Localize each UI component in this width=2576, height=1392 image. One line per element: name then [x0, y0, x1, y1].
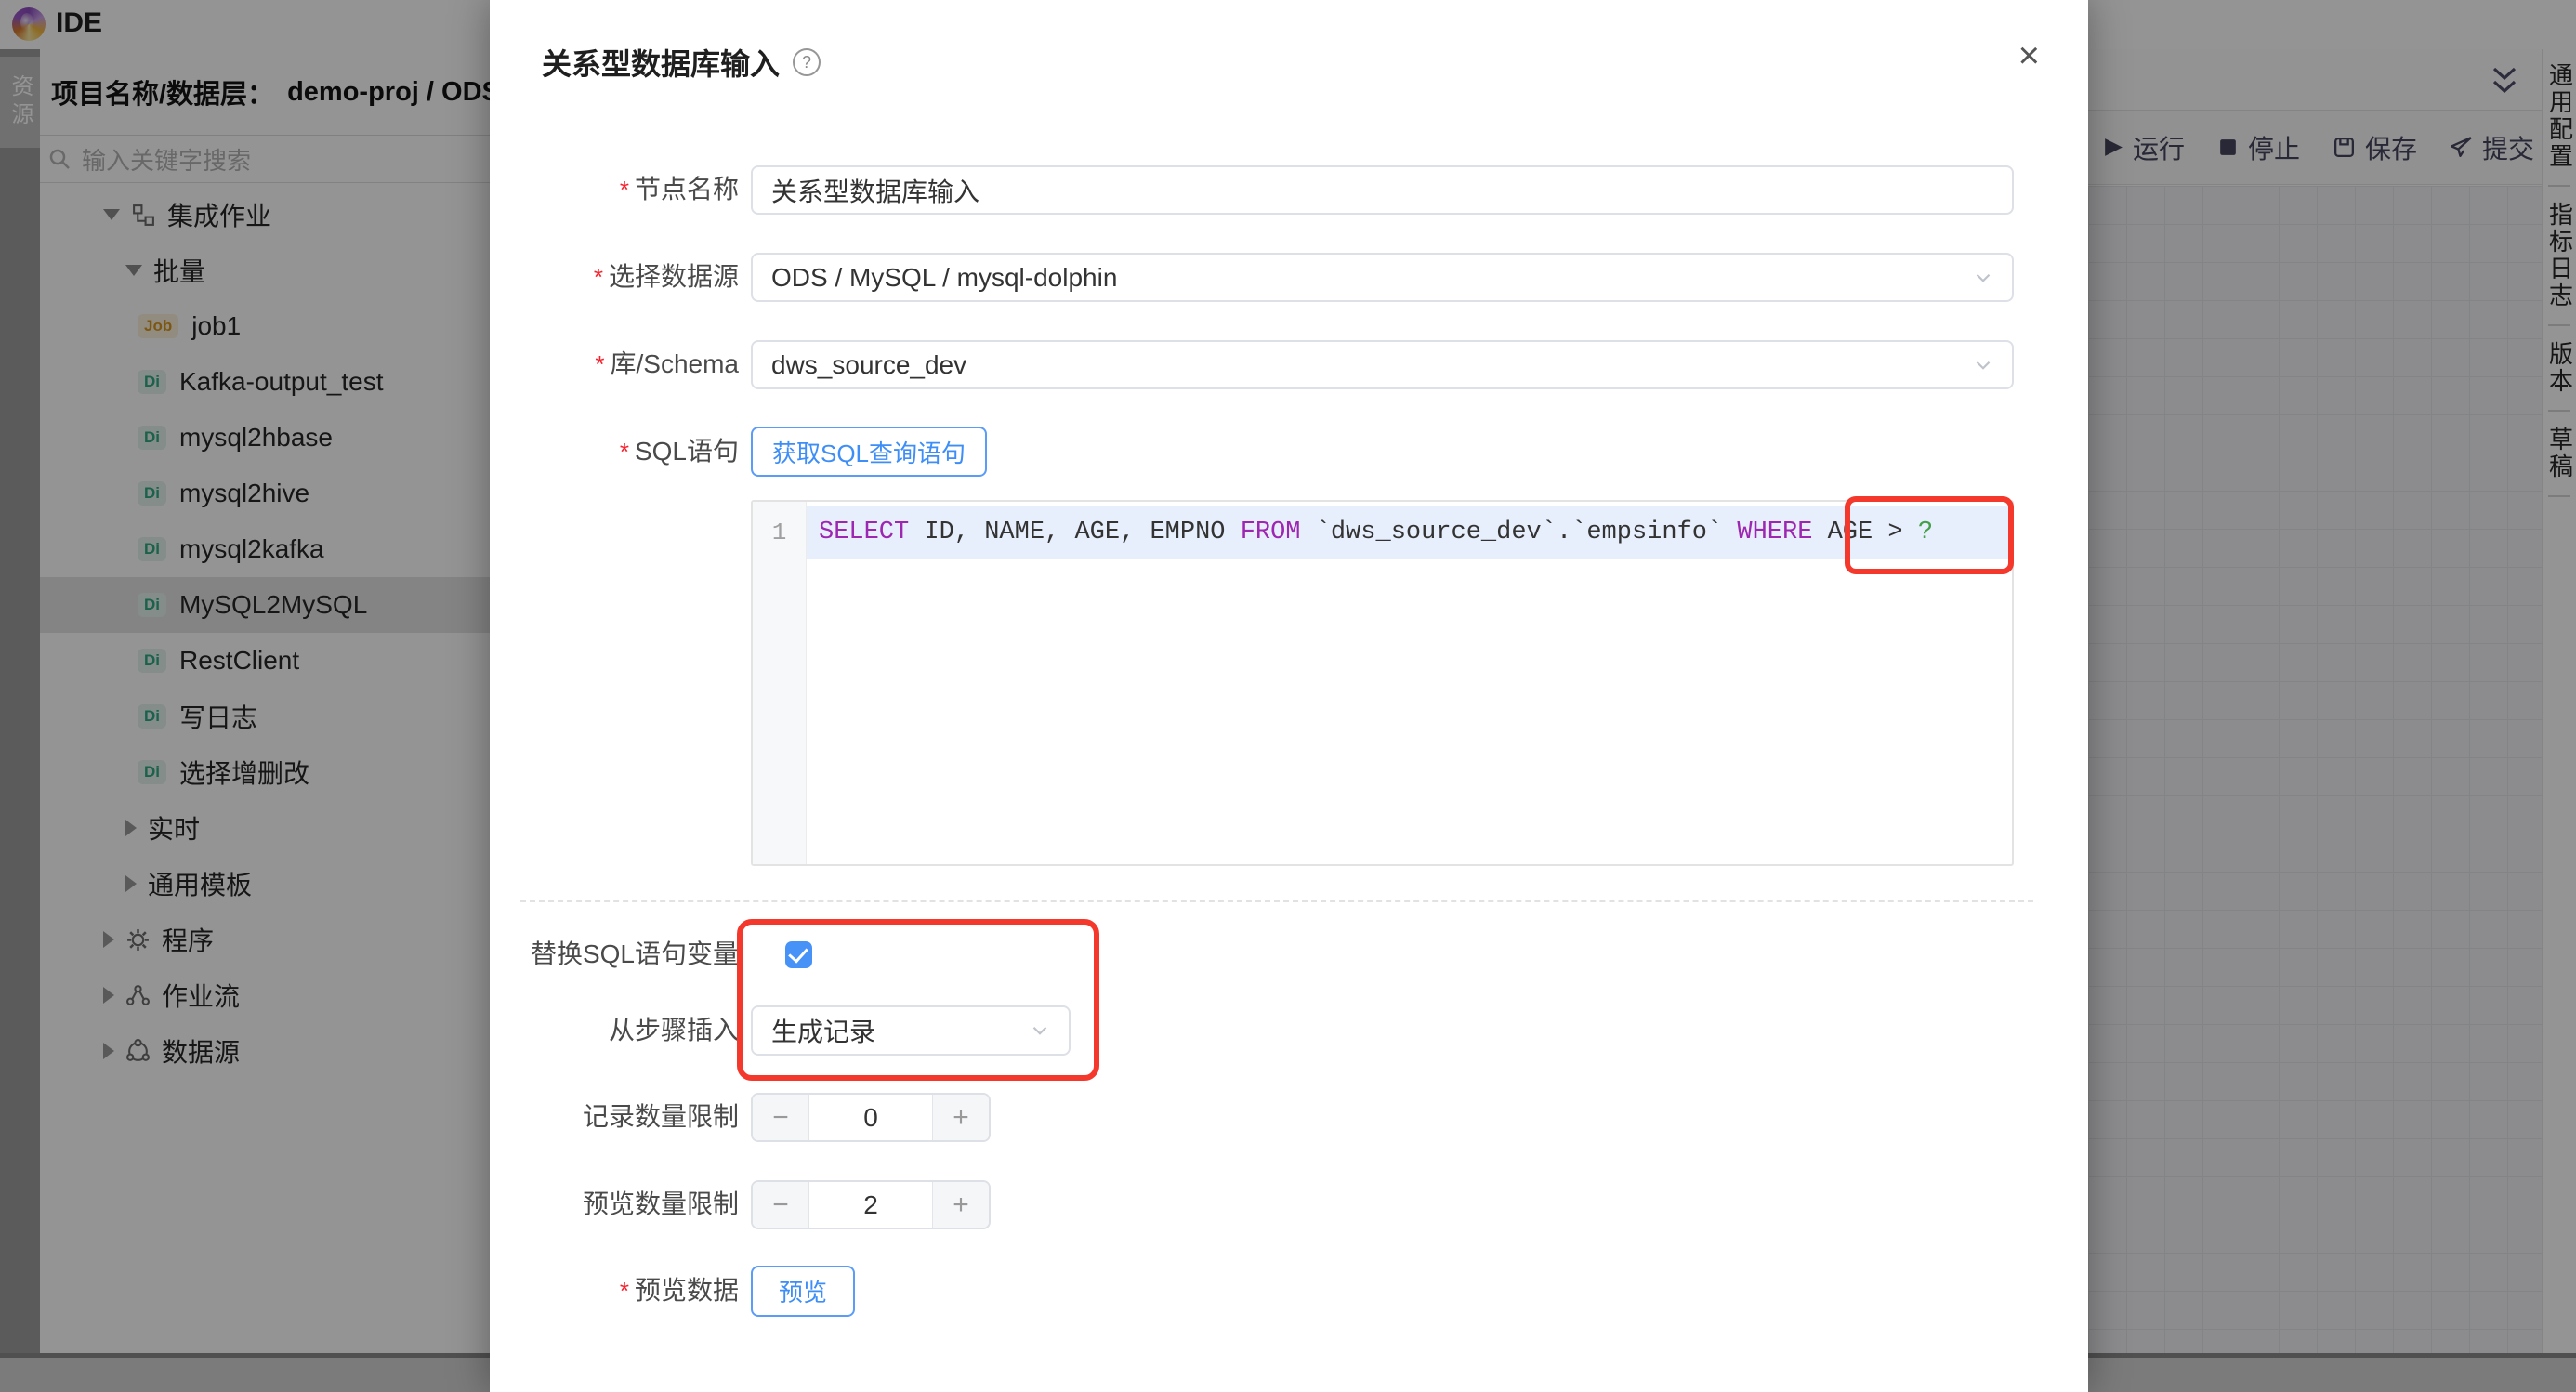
- line-number: 1: [753, 506, 806, 559]
- chevron-down-icon: [1028, 1018, 1052, 1043]
- fetch-sql-button[interactable]: 获取SQL查询语句: [751, 427, 987, 477]
- replace-vars-checkbox[interactable]: [785, 941, 812, 968]
- schema-label: 库/Schema: [490, 346, 739, 383]
- chevron-down-icon: [1971, 353, 1995, 377]
- replace-vars-label: 替换SQL语句变量: [490, 936, 739, 973]
- schema-value: dws_source_dev: [771, 350, 966, 380]
- node-name-input[interactable]: [751, 165, 2014, 215]
- preview-button[interactable]: 预览: [751, 1266, 855, 1317]
- preview-limit-label: 预览数量限制: [490, 1186, 739, 1223]
- preview-limit-value[interactable]: 2: [809, 1182, 932, 1228]
- insert-step-value: 生成记录: [771, 1012, 875, 1049]
- preview-limit-stepper: − 2 +: [751, 1180, 991, 1229]
- app-root: IDE 资源 项目名称/数据层： demo-proj / ODS 输入关键字搜索: [0, 0, 2576, 1392]
- sql-token: ?: [1918, 519, 1933, 546]
- sql-token: SELECT: [819, 519, 909, 546]
- dialog-title: 关系型数据库输入: [542, 41, 780, 84]
- schema-select[interactable]: dws_source_dev: [751, 340, 2014, 389]
- insert-step-select[interactable]: 生成记录: [751, 1005, 1071, 1056]
- plus-button[interactable]: +: [932, 1182, 989, 1228]
- sql-token: ID, NAME, AGE, EMPNO: [909, 519, 1240, 546]
- chevron-down-icon: [1971, 266, 1995, 290]
- record-limit-label: 记录数量限制: [490, 1098, 739, 1136]
- insert-step-label: 从步骤插入: [490, 1012, 739, 1049]
- datasource-label: 选择数据源: [490, 258, 739, 295]
- sql-token: WHERE: [1737, 519, 1812, 546]
- help-icon[interactable]: ?: [793, 48, 821, 76]
- sql-code-line[interactable]: SELECT ID, NAME, AGE, EMPNO FROM `dws_so…: [807, 506, 2010, 559]
- plus-button[interactable]: +: [932, 1095, 989, 1140]
- sql-code-editor[interactable]: 1 SELECT ID, NAME, AGE, EMPNO FROM `dws_…: [751, 500, 2014, 866]
- sql-token: `dws_source_dev`.`empsinfo`: [1301, 519, 1738, 546]
- minus-button[interactable]: −: [753, 1182, 809, 1228]
- record-limit-stepper: − 0 +: [751, 1093, 991, 1142]
- datasource-value: ODS / MySQL / mysql-dolphin: [771, 263, 1117, 293]
- datasource-select[interactable]: ODS / MySQL / mysql-dolphin: [751, 253, 2014, 302]
- minus-button[interactable]: −: [753, 1095, 809, 1140]
- sql-token: AGE >: [1812, 519, 1917, 546]
- preview-data-label: 预览数据: [490, 1272, 739, 1309]
- sql-label: SQL语句: [490, 433, 739, 470]
- close-icon[interactable]: ×: [2018, 37, 2040, 74]
- rdb-input-dialog: 关系型数据库输入 ? × 节点名称 选择数据源 ODS / MySQL / my…: [490, 0, 2088, 1392]
- sql-token: FROM: [1241, 519, 1301, 546]
- record-limit-value[interactable]: 0: [809, 1095, 932, 1140]
- node-name-label: 节点名称: [490, 171, 739, 208]
- section-divider: [520, 900, 2033, 902]
